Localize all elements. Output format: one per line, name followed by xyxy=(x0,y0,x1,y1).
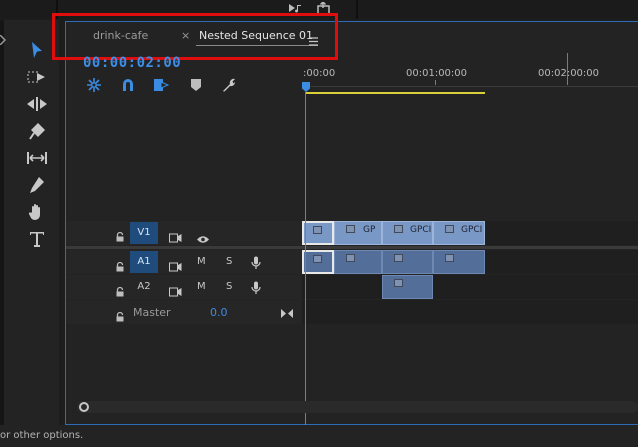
fx-badge-icon xyxy=(313,226,322,234)
highlight-annotation-box xyxy=(52,13,338,60)
track-row-a2[interactable] xyxy=(302,275,638,299)
sync-lock-icon[interactable] xyxy=(169,228,182,243)
clip-label: GPCI xyxy=(461,225,483,235)
track-select-forward-tool-icon[interactable] xyxy=(24,66,50,88)
track-row-master xyxy=(302,300,638,324)
ruler-tick xyxy=(435,80,436,85)
fx-badge-icon xyxy=(445,225,454,233)
playhead-timecode[interactable]: 00:00:02:00 xyxy=(83,55,181,71)
ripple-edit-tool-icon[interactable] xyxy=(24,93,50,115)
video-clip[interactable]: GPCI xyxy=(433,221,485,245)
track-header-a1 xyxy=(66,250,302,274)
audio-clip[interactable] xyxy=(382,250,433,274)
tools-panel-edge xyxy=(0,20,4,425)
mute-track-button[interactable]: M xyxy=(197,281,206,292)
hand-tool-icon[interactable] xyxy=(24,201,50,223)
lock-track-icon[interactable] xyxy=(116,227,124,242)
lock-track-icon[interactable] xyxy=(116,282,124,297)
master-track-label: Master xyxy=(133,306,171,319)
track-header-master xyxy=(66,300,302,324)
audio-clip[interactable] xyxy=(334,250,382,274)
voice-over-record-mic-icon[interactable] xyxy=(251,280,261,294)
type-tool-icon[interactable] xyxy=(24,228,50,250)
fx-badge-icon xyxy=(346,254,355,262)
selection-tool-icon[interactable] xyxy=(24,39,50,61)
ruler-label-1min: 00:01:00:00 xyxy=(406,68,468,79)
audio-clip[interactable] xyxy=(382,275,433,299)
fx-badge-icon xyxy=(313,255,322,263)
track-target-v1[interactable]: V1 xyxy=(130,222,158,244)
add-marker-icon[interactable] xyxy=(189,78,203,92)
razor-tool-icon[interactable] xyxy=(24,120,50,142)
clip-label: GP xyxy=(363,225,376,235)
master-volume-value[interactable]: 0.0 xyxy=(210,306,228,319)
ruler-baseline xyxy=(302,86,638,87)
fx-badge-icon xyxy=(445,254,454,262)
ruler-label-start: :00:00 xyxy=(303,68,336,79)
track-target-a2[interactable]: A2 xyxy=(130,276,158,298)
sync-lock-icon[interactable] xyxy=(169,282,182,297)
fx-badge-icon xyxy=(394,254,403,262)
clip-label: GPCI xyxy=(410,225,432,235)
go-to-in-out-icon[interactable] xyxy=(281,303,293,318)
track-target-a1[interactable]: A1 xyxy=(130,251,158,273)
solo-track-button[interactable]: S xyxy=(226,281,232,292)
panel-divider xyxy=(356,0,358,19)
status-bar xyxy=(0,425,638,447)
ruler-label-2min: 00:02:00:00 xyxy=(538,68,600,79)
panel-collapse-chevron-icon[interactable] xyxy=(0,30,7,46)
toggle-track-output-eye-icon[interactable] xyxy=(196,229,210,243)
mute-track-button[interactable]: M xyxy=(197,256,206,267)
snap-magnet-icon[interactable] xyxy=(120,77,136,93)
timeline-settings-wrench-icon[interactable] xyxy=(221,77,237,93)
fx-badge-icon xyxy=(346,225,355,233)
voice-over-record-mic-icon[interactable] xyxy=(251,255,261,269)
video-clip[interactable]: GP xyxy=(334,221,382,245)
sync-lock-icon[interactable] xyxy=(169,257,182,272)
track-header-v1 xyxy=(66,221,302,245)
lock-track-icon[interactable] xyxy=(116,307,124,322)
status-text: or other options. xyxy=(0,430,84,441)
timeline-zoom-scrollbar[interactable] xyxy=(77,401,638,413)
audio-clip[interactable] xyxy=(433,250,485,274)
linked-selection-icon[interactable] xyxy=(153,77,169,93)
ruler-tick xyxy=(567,53,568,85)
playhead-line[interactable] xyxy=(305,92,306,425)
video-clip[interactable] xyxy=(302,221,334,245)
nest-sequence-icon[interactable] xyxy=(86,77,102,93)
lock-track-icon[interactable] xyxy=(116,257,124,272)
audio-clip[interactable] xyxy=(302,250,334,274)
solo-track-button[interactable]: S xyxy=(226,256,232,267)
video-audio-divider[interactable] xyxy=(66,246,638,249)
work-area-bar[interactable] xyxy=(306,92,485,94)
video-clip[interactable]: GPCI xyxy=(382,221,433,245)
track-header-a2 xyxy=(66,275,302,299)
fx-badge-icon xyxy=(394,225,403,233)
pen-tool-icon[interactable] xyxy=(24,174,50,196)
zoom-scroll-handle[interactable] xyxy=(79,402,89,412)
slip-tool-icon[interactable] xyxy=(24,147,50,169)
fx-badge-icon xyxy=(394,279,403,287)
